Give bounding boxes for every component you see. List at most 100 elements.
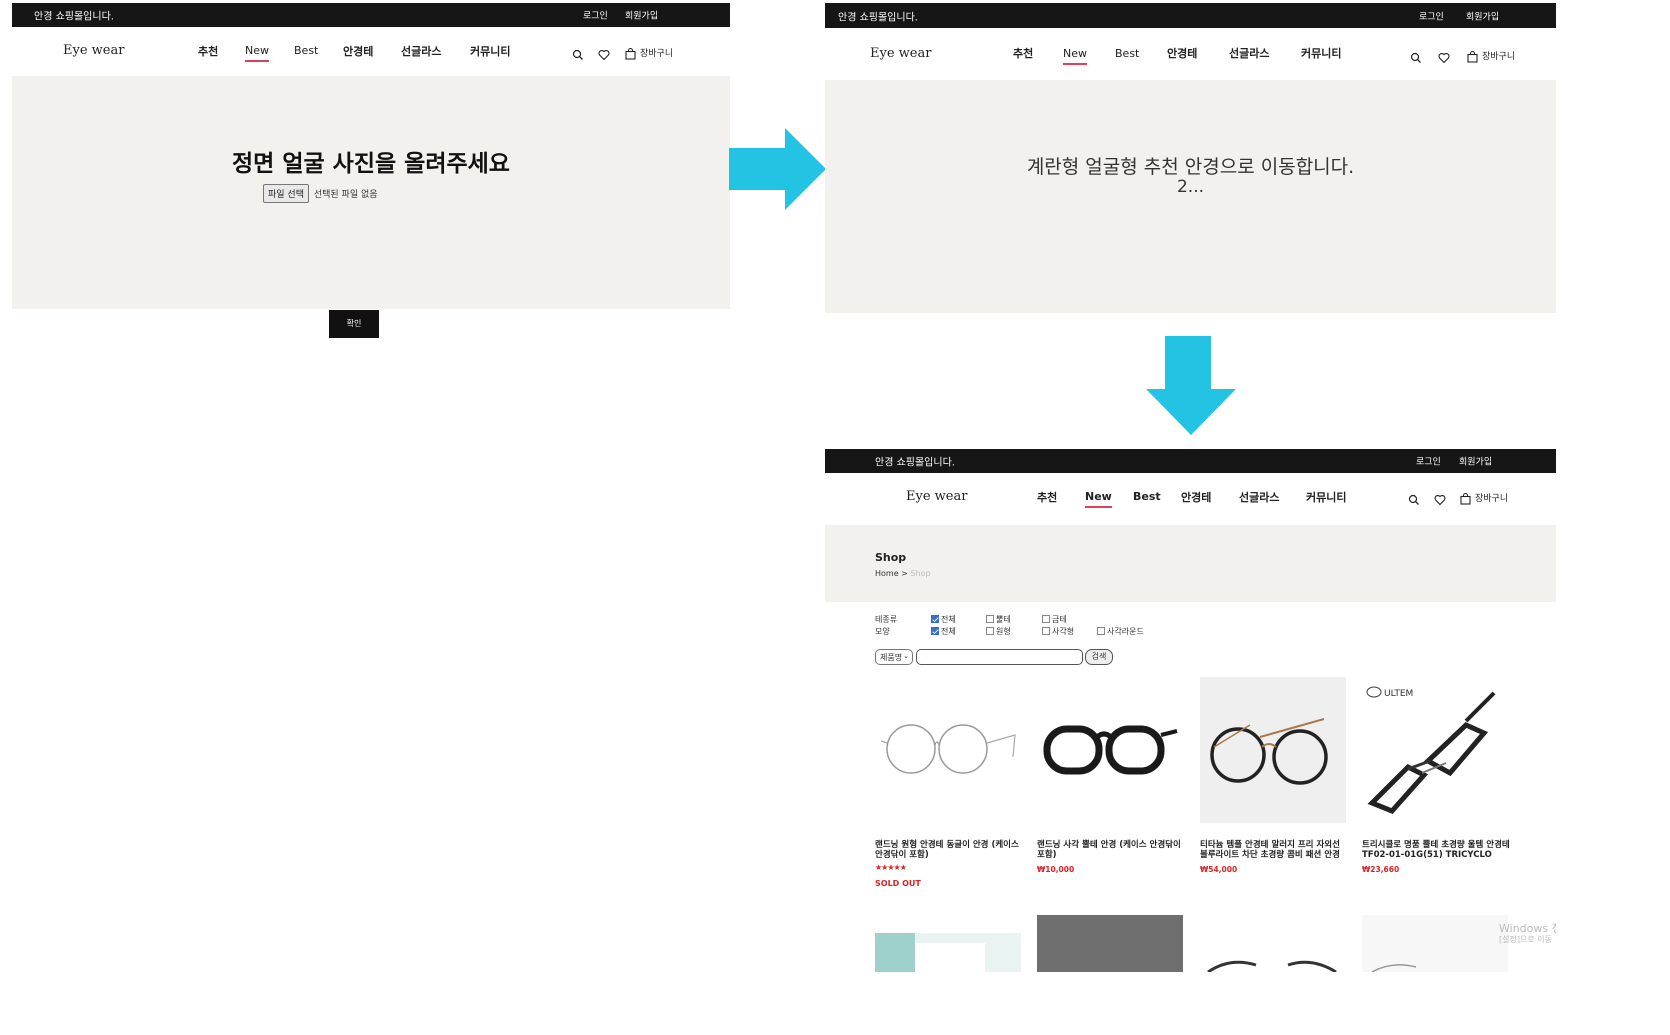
nav-community[interactable]: 커뮤니티 (1301, 45, 1341, 61)
nav-frames[interactable]: 안경테 (1181, 489, 1211, 505)
filter-shape-square-round[interactable]: 사각라운드 (1097, 626, 1144, 637)
search-input[interactable] (916, 649, 1083, 665)
signup-link[interactable]: 회원가입 (1466, 9, 1499, 22)
product-name[interactable]: 티타늄 템플 안경테 알러지 프리 자외선 블루라이트 차단 초경량 콤비 패션… (1200, 840, 1348, 860)
cart-label[interactable]: 장바구니 (640, 46, 673, 59)
filter-type-label: 테종류 (875, 615, 898, 624)
product-name[interactable]: 랜드닝 원형 안경테 동글이 안경 (케이스 안경닦이 포함) (875, 840, 1023, 860)
nav-sunglasses[interactable]: 선글라스 (1229, 45, 1269, 61)
nav-new[interactable]: New (1085, 490, 1112, 508)
arrow-right-icon (729, 128, 826, 210)
product-image[interactable] (1362, 915, 1508, 972)
product-price: ₩54,000 (1200, 865, 1238, 874)
ultem-logo-text: ULTEM (1384, 689, 1413, 699)
file-select-button[interactable]: 파일 선택 (263, 184, 309, 203)
product-image[interactable] (1037, 677, 1183, 823)
brand-logo[interactable]: Eye wear (63, 43, 124, 58)
product-image[interactable] (875, 677, 1021, 823)
product-image[interactable] (1200, 677, 1346, 823)
notice-text: 안경 쇼핑몰입니다. (34, 11, 114, 23)
checkbox[interactable] (931, 615, 939, 623)
confirm-button[interactable]: 확인 (329, 310, 379, 338)
login-link[interactable]: 로그인 (1419, 9, 1444, 22)
login-link[interactable]: 로그인 (1416, 455, 1441, 468)
nav-community[interactable]: 커뮤니티 (1306, 489, 1346, 505)
top-bar: 안경 쇼핑몰입니다. 로그인 회원가입 (825, 449, 1556, 473)
checkbox[interactable] (1097, 627, 1105, 635)
nav-best[interactable]: Best (294, 44, 318, 57)
titanium-glasses-image (1210, 718, 1328, 785)
nav-best[interactable]: Best (1133, 490, 1161, 503)
nav-sunglasses[interactable]: 선글라스 (401, 43, 441, 59)
filter-type-all[interactable]: 전체 (931, 614, 956, 625)
product-rating: ★★★★★ (875, 863, 907, 872)
top-bar: 안경 쇼핑몰입니다. 로그인 회원가입 (12, 3, 730, 27)
signup-link[interactable]: 회원가입 (1459, 455, 1492, 468)
product-image[interactable] (1037, 915, 1183, 972)
product-name[interactable]: 트리시클로 명품 뿔테 초경량 울템 안경테 TF02-01-01G(51) T… (1362, 840, 1510, 860)
cart-label[interactable]: 장바구니 (1475, 491, 1508, 504)
breadcrumb-current: Shop (910, 569, 931, 578)
nav-community[interactable]: 커뮤니티 (470, 43, 510, 59)
page-title: Shop (875, 551, 907, 564)
checkbox-label: 사각라운드 (1107, 627, 1144, 636)
filter-type-horn[interactable]: 뿔테 (986, 614, 1011, 625)
nav-best[interactable]: Best (1115, 47, 1139, 60)
file-input[interactable]: 파일 선택 선택된 파일 없음 (263, 184, 378, 203)
arrow-down-icon (1146, 336, 1236, 435)
checkbox-label: 전체 (941, 627, 956, 636)
breadcrumb-home[interactable]: Home (875, 569, 899, 578)
nav-frames[interactable]: 안경테 (343, 43, 373, 59)
filter-shape-round[interactable]: 원형 (986, 626, 1011, 637)
nav-new[interactable]: New (1063, 47, 1087, 65)
filter-shape-square[interactable]: 사각형 (1042, 626, 1074, 637)
product-price: ₩10,000 (1037, 865, 1075, 874)
brand-logo[interactable]: Eye wear (906, 489, 967, 504)
cart-label[interactable]: 장바구니 (1482, 49, 1515, 62)
nav-frames[interactable]: 안경테 (1167, 45, 1197, 61)
brand-logo[interactable]: Eye wear (870, 46, 931, 61)
heart-icon[interactable] (1438, 49, 1450, 64)
product-name[interactable]: 랜드닝 사각 뿔테 안경 (케이스 안경닦이 포함) (1037, 840, 1185, 860)
product-image[interactable] (1200, 915, 1346, 972)
nav-sunglasses[interactable]: 선글라스 (1239, 489, 1279, 505)
heart-icon[interactable] (1434, 491, 1446, 506)
checkbox[interactable] (986, 615, 994, 623)
ultem-glasses-image: ULTEM (1366, 686, 1496, 814)
nav-new[interactable]: New (245, 44, 269, 62)
filter-shape-all[interactable]: 전체 (931, 626, 956, 637)
heart-icon[interactable] (598, 46, 610, 61)
nav-bar: Eye wear 추천 New Best 안경테 선글라스 커뮤니티 장바구니 (12, 27, 730, 75)
redirect-hero: 계란형 얼굴형 추천 안경으로 이동합니다. 2... (825, 80, 1556, 313)
screen-redirect: 안경 쇼핑몰입니다. 로그인 회원가입 Eye wear 추천 New Best… (825, 3, 1556, 313)
checkbox[interactable] (1042, 627, 1050, 635)
search-icon[interactable] (572, 46, 584, 60)
composite-stage: 안경 쇼핑몰입니다. 로그인 회원가입 Eye wear 추천 New Best… (0, 0, 1670, 1035)
filter-type-metal[interactable]: 금테 (1042, 614, 1067, 625)
nav-recommend[interactable]: 추천 (1013, 45, 1033, 61)
product-image[interactable]: ULTEM (1362, 677, 1508, 823)
search-icon[interactable] (1410, 49, 1422, 63)
bag-icon[interactable] (1460, 490, 1471, 505)
select-value: 제품명 (880, 653, 903, 662)
signup-link[interactable]: 회원가입 (625, 9, 658, 22)
checkbox[interactable] (986, 627, 994, 635)
product-price: ₩23,660 (1362, 865, 1400, 874)
checkbox[interactable] (1042, 615, 1050, 623)
search-icon[interactable] (1408, 491, 1420, 505)
checkbox-label: 금테 (1052, 615, 1067, 624)
search-button[interactable]: 검색 (1085, 649, 1113, 665)
chevron-down-icon: ⌄ (903, 652, 909, 660)
redirect-message: 계란형 얼굴형 추천 안경으로 이동합니다. (1026, 156, 1355, 178)
bag-icon[interactable] (1467, 48, 1478, 63)
bag-icon[interactable] (625, 45, 636, 60)
filter-shape-label: 모양 (875, 627, 890, 636)
nav-recommend[interactable]: 추천 (198, 43, 218, 59)
search-field-select[interactable]: 제품명 ⌄ (875, 649, 913, 665)
nav-recommend[interactable]: 추천 (1037, 489, 1057, 505)
login-link[interactable]: 로그인 (583, 9, 608, 22)
checkbox-label: 사각형 (1052, 627, 1075, 636)
checkbox-label: 원형 (996, 627, 1011, 636)
product-image[interactable] (875, 933, 1021, 972)
checkbox[interactable] (931, 627, 939, 635)
